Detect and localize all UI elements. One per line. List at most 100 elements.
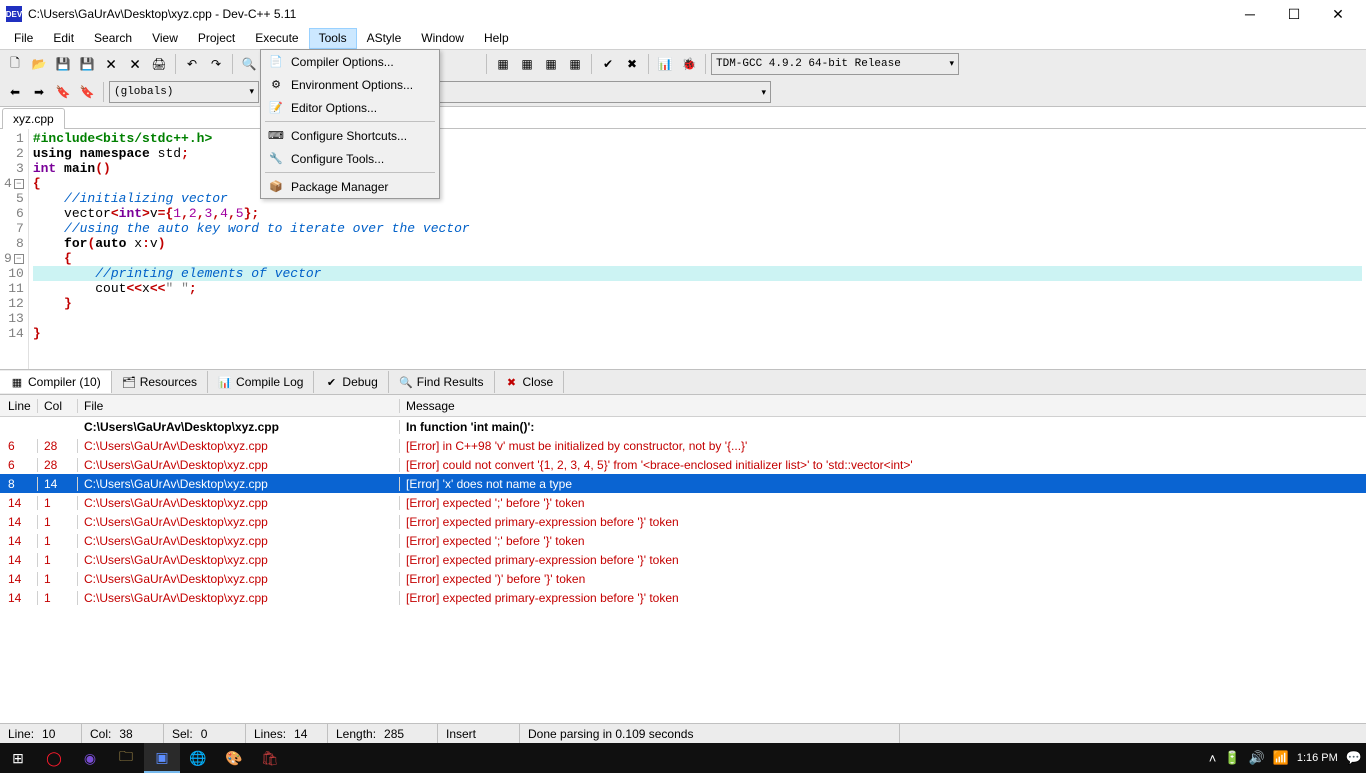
wifi-icon[interactable]: 📶: [1273, 750, 1289, 766]
menu-item-configure-shortcuts[interactable]: ⌨Configure Shortcuts...: [261, 124, 439, 147]
code-line[interactable]: #include<bits/stdc++.h>: [33, 131, 1362, 146]
save-icon[interactable]: 💾: [52, 53, 74, 75]
open-file-icon[interactable]: 📂: [28, 53, 50, 75]
compile-run-icon[interactable]: ▦: [540, 53, 562, 75]
taskbar: ⊞ ◯ ◉ 🗀 ▣ 🌐 🎨 🛍 ˄ 🔋 🔊 📶 1:16 PM 💬: [0, 743, 1366, 773]
menu-item-editor-options[interactable]: 📝Editor Options...: [261, 96, 439, 119]
compiler-error-row[interactable]: 141C:\Users\GaUrAv\Desktop\xyz.cpp[Error…: [0, 493, 1366, 512]
line-number: 13: [8, 311, 24, 326]
stop-execution-icon[interactable]: ✖: [621, 53, 643, 75]
run-icon[interactable]: ▦: [516, 53, 538, 75]
compiler-error-row[interactable]: 141C:\Users\GaUrAv\Desktop\xyz.cpp[Error…: [0, 531, 1366, 550]
battery-icon[interactable]: 🔋: [1224, 750, 1240, 766]
code-line[interactable]: }: [33, 326, 1362, 341]
compile-icon[interactable]: ▦: [492, 53, 514, 75]
bookmark-icon[interactable]: 🔖: [52, 81, 74, 103]
taskbar-chrome-icon[interactable]: 🌐: [180, 743, 216, 773]
minimize-button[interactable]: ─: [1228, 0, 1272, 28]
menu-file[interactable]: File: [4, 28, 43, 49]
menu-execute[interactable]: Execute: [245, 28, 308, 49]
status-lines: Lines:14: [246, 724, 328, 743]
maximize-button[interactable]: ☐: [1272, 0, 1316, 28]
menu-item-compiler-options[interactable]: 📄Compiler Options...: [261, 50, 439, 73]
close-file-icon[interactable]: 🗙: [100, 53, 122, 75]
delete-profile-icon[interactable]: 🐞: [678, 53, 700, 75]
rebuild-all-icon[interactable]: ▦: [564, 53, 586, 75]
menu-project[interactable]: Project: [188, 28, 245, 49]
menu-edit[interactable]: Edit: [43, 28, 84, 49]
compiler-error-row[interactable]: 141C:\Users\GaUrAv\Desktop\xyz.cpp[Error…: [0, 588, 1366, 607]
menu-item-package-manager[interactable]: 📦Package Manager: [261, 175, 439, 198]
taskbar-store-icon[interactable]: 🛍: [252, 743, 288, 773]
compiler-error-row[interactable]: 141C:\Users\GaUrAv\Desktop\xyz.cpp[Error…: [0, 512, 1366, 531]
close-all-icon[interactable]: 🗙: [124, 53, 146, 75]
menu-astyle[interactable]: AStyle: [357, 28, 412, 49]
menu-icon: 📝: [267, 100, 285, 116]
taskbar-opera-icon[interactable]: ◯: [36, 743, 72, 773]
undo-icon[interactable]: ↶: [181, 53, 203, 75]
code-line[interactable]: //initializing vector: [33, 191, 1362, 206]
code-line[interactable]: using namespace std;: [33, 146, 1362, 161]
code-area[interactable]: #include<bits/stdc++.h>using namespace s…: [29, 129, 1366, 369]
code-line[interactable]: //printing elements of vector: [33, 266, 1362, 281]
menu-view[interactable]: View: [142, 28, 188, 49]
file-tab-xyz[interactable]: xyz.cpp: [2, 108, 65, 129]
menu-tools[interactable]: Tools: [309, 28, 357, 49]
compiler-error-row[interactable]: 628C:\Users\GaUrAv\Desktop\xyz.cpp[Error…: [0, 455, 1366, 474]
new-file-icon[interactable]: 🗋: [4, 53, 26, 75]
tab-debug[interactable]: ✔Debug: [314, 371, 388, 393]
tab-close[interactable]: ✖Close: [495, 371, 565, 393]
compiler-context-row[interactable]: C:\Users\GaUrAv\Desktop\xyz.cppIn functi…: [0, 417, 1366, 436]
volume-icon[interactable]: 🔊: [1248, 750, 1264, 766]
col-header-file[interactable]: File: [78, 399, 400, 413]
menu-search[interactable]: Search: [84, 28, 142, 49]
debug-icon[interactable]: ✔: [597, 53, 619, 75]
tab-find-results[interactable]: 🔍Find Results: [389, 371, 495, 393]
redo-icon[interactable]: ↷: [205, 53, 227, 75]
compiler-error-row[interactable]: 628C:\Users\GaUrAv\Desktop\xyz.cpp[Error…: [0, 436, 1366, 455]
code-line[interactable]: }: [33, 296, 1362, 311]
taskbar-devcpp-icon[interactable]: ▣: [144, 743, 180, 773]
menu-help[interactable]: Help: [474, 28, 519, 49]
tab-compile-log[interactable]: 📊Compile Log: [208, 371, 314, 393]
col-header-line[interactable]: Line: [0, 399, 38, 413]
goto-forward-icon[interactable]: ➡: [28, 81, 50, 103]
menu-item-environment-options[interactable]: ⚙Environment Options...: [261, 73, 439, 96]
print-icon[interactable]: 🖨: [148, 53, 170, 75]
taskbar-eclipse-icon[interactable]: ◉: [72, 743, 108, 773]
chevron-up-icon[interactable]: ˄: [1209, 751, 1217, 766]
start-button[interactable]: ⊞: [0, 743, 36, 773]
goto-bookmark-icon[interactable]: 🔖: [76, 81, 98, 103]
taskbar-explorer-icon[interactable]: 🗀: [108, 743, 144, 773]
code-line[interactable]: [33, 311, 1362, 326]
clock[interactable]: 1:16 PM: [1297, 752, 1338, 764]
goto-back-icon[interactable]: ⬅: [4, 81, 26, 103]
taskbar-paint-icon[interactable]: 🎨: [216, 743, 252, 773]
tab-resources[interactable]: 🗂Resources: [112, 371, 208, 393]
close-button[interactable]: ✕: [1316, 0, 1360, 28]
fold-toggle[interactable]: −: [14, 254, 24, 264]
find-icon[interactable]: 🔍: [238, 53, 260, 75]
code-line[interactable]: int main(): [33, 161, 1362, 176]
code-editor[interactable]: 1234−56789−1011121314 #include<bits/stdc…: [0, 129, 1366, 369]
code-line[interactable]: vector<int>v={1,2,3,4,5};: [33, 206, 1362, 221]
compiler-error-row[interactable]: 814C:\Users\GaUrAv\Desktop\xyz.cpp[Error…: [0, 474, 1366, 493]
code-line[interactable]: {: [33, 251, 1362, 266]
compiler-error-row[interactable]: 141C:\Users\GaUrAv\Desktop\xyz.cpp[Error…: [0, 550, 1366, 569]
fold-toggle[interactable]: −: [14, 179, 24, 189]
code-line[interactable]: {: [33, 176, 1362, 191]
tab-compiler[interactable]: ▦Compiler (10): [0, 371, 112, 393]
save-all-icon[interactable]: 💾: [76, 53, 98, 75]
menu-item-configure-tools[interactable]: 🔧Configure Tools...: [261, 147, 439, 170]
compiler-error-row[interactable]: 141C:\Users\GaUrAv\Desktop\xyz.cpp[Error…: [0, 569, 1366, 588]
col-header-message[interactable]: Message: [400, 399, 1366, 413]
code-line[interactable]: cout<<x<<" ";: [33, 281, 1362, 296]
scope-select[interactable]: (globals): [109, 81, 259, 103]
menu-window[interactable]: Window: [411, 28, 474, 49]
code-line[interactable]: //using the auto key word to iterate ove…: [33, 221, 1362, 236]
compiler-select[interactable]: TDM-GCC 4.9.2 64-bit Release: [711, 53, 959, 75]
col-header-col[interactable]: Col: [38, 399, 78, 413]
notifications-icon[interactable]: 💬: [1346, 750, 1362, 766]
code-line[interactable]: for(auto x:v): [33, 236, 1362, 251]
profile-icon[interactable]: 📊: [654, 53, 676, 75]
